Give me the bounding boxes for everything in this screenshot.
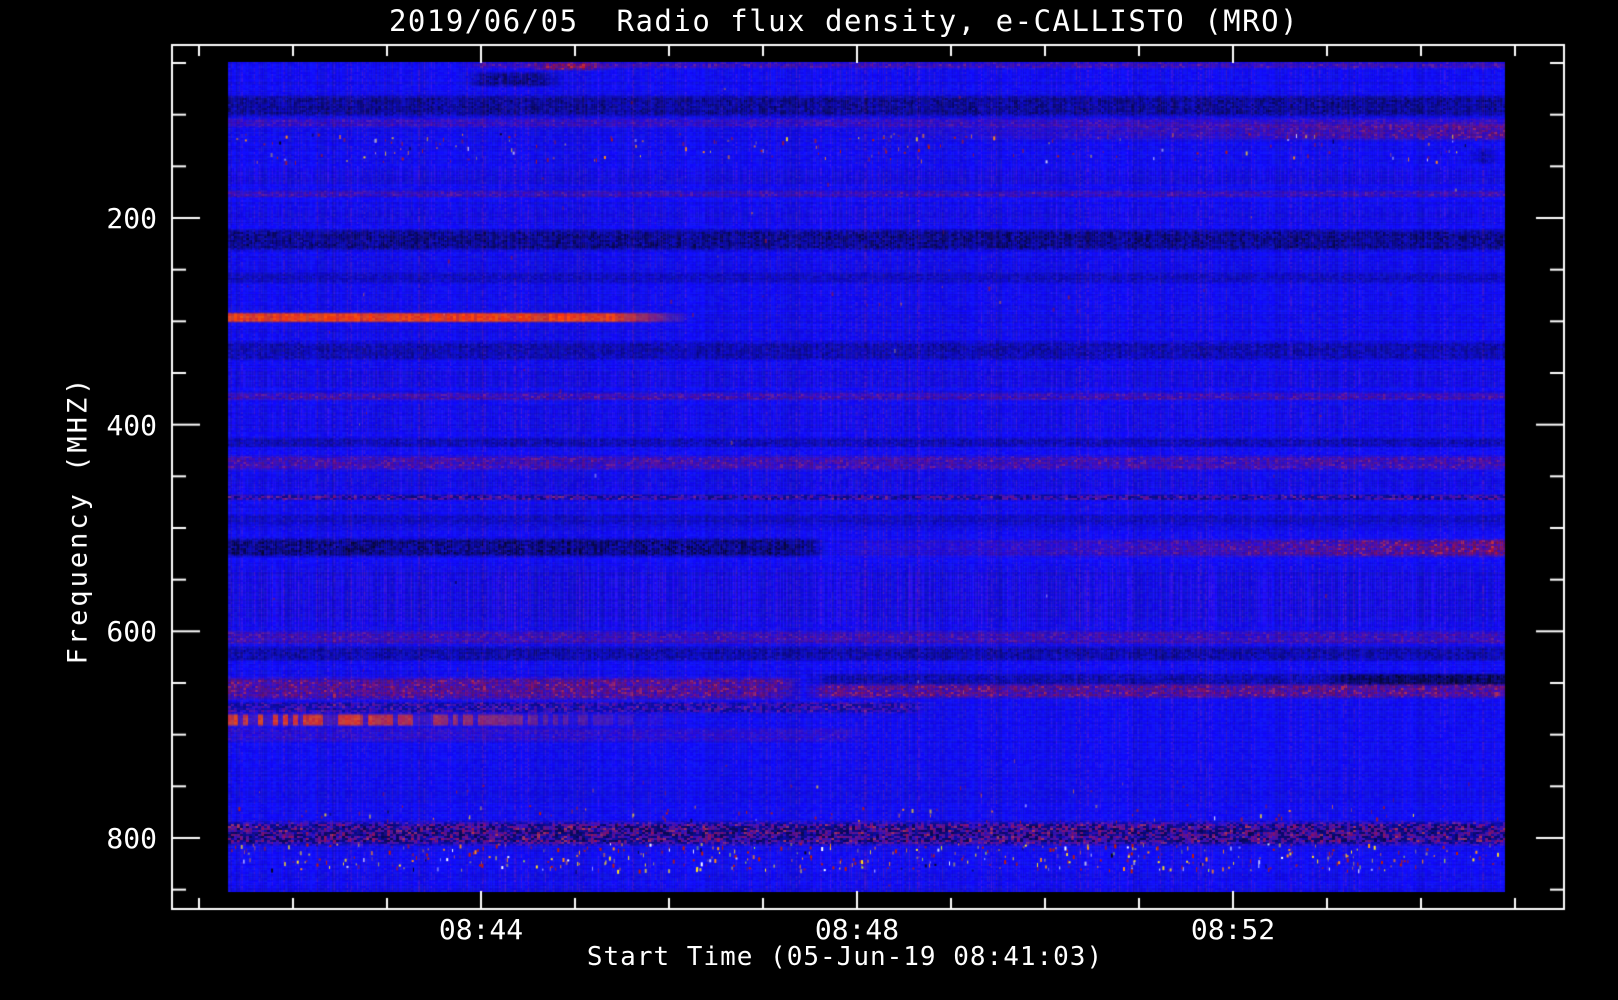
chart-title: 2019/06/05 Radio flux density, e-CALLIST… xyxy=(388,4,1300,38)
x-tick-label: 08:48 xyxy=(814,913,900,946)
y-tick-label: 200 xyxy=(106,202,157,235)
x-axis-label: Start Time (05-Jun-19 08:41:03) xyxy=(586,942,1104,972)
x-tick-label: 08:52 xyxy=(1190,913,1276,946)
y-tick-label: 400 xyxy=(106,408,157,442)
x-tick-label: 08:44 xyxy=(438,913,524,946)
y-tick-label: 600 xyxy=(106,615,157,649)
y-tick-label: 800 xyxy=(106,821,157,855)
spectrogram-page: 2019/06/05 Radio flux density, e-CALLIST… xyxy=(0,0,1618,1000)
spectrogram-canvas xyxy=(0,0,1618,1000)
